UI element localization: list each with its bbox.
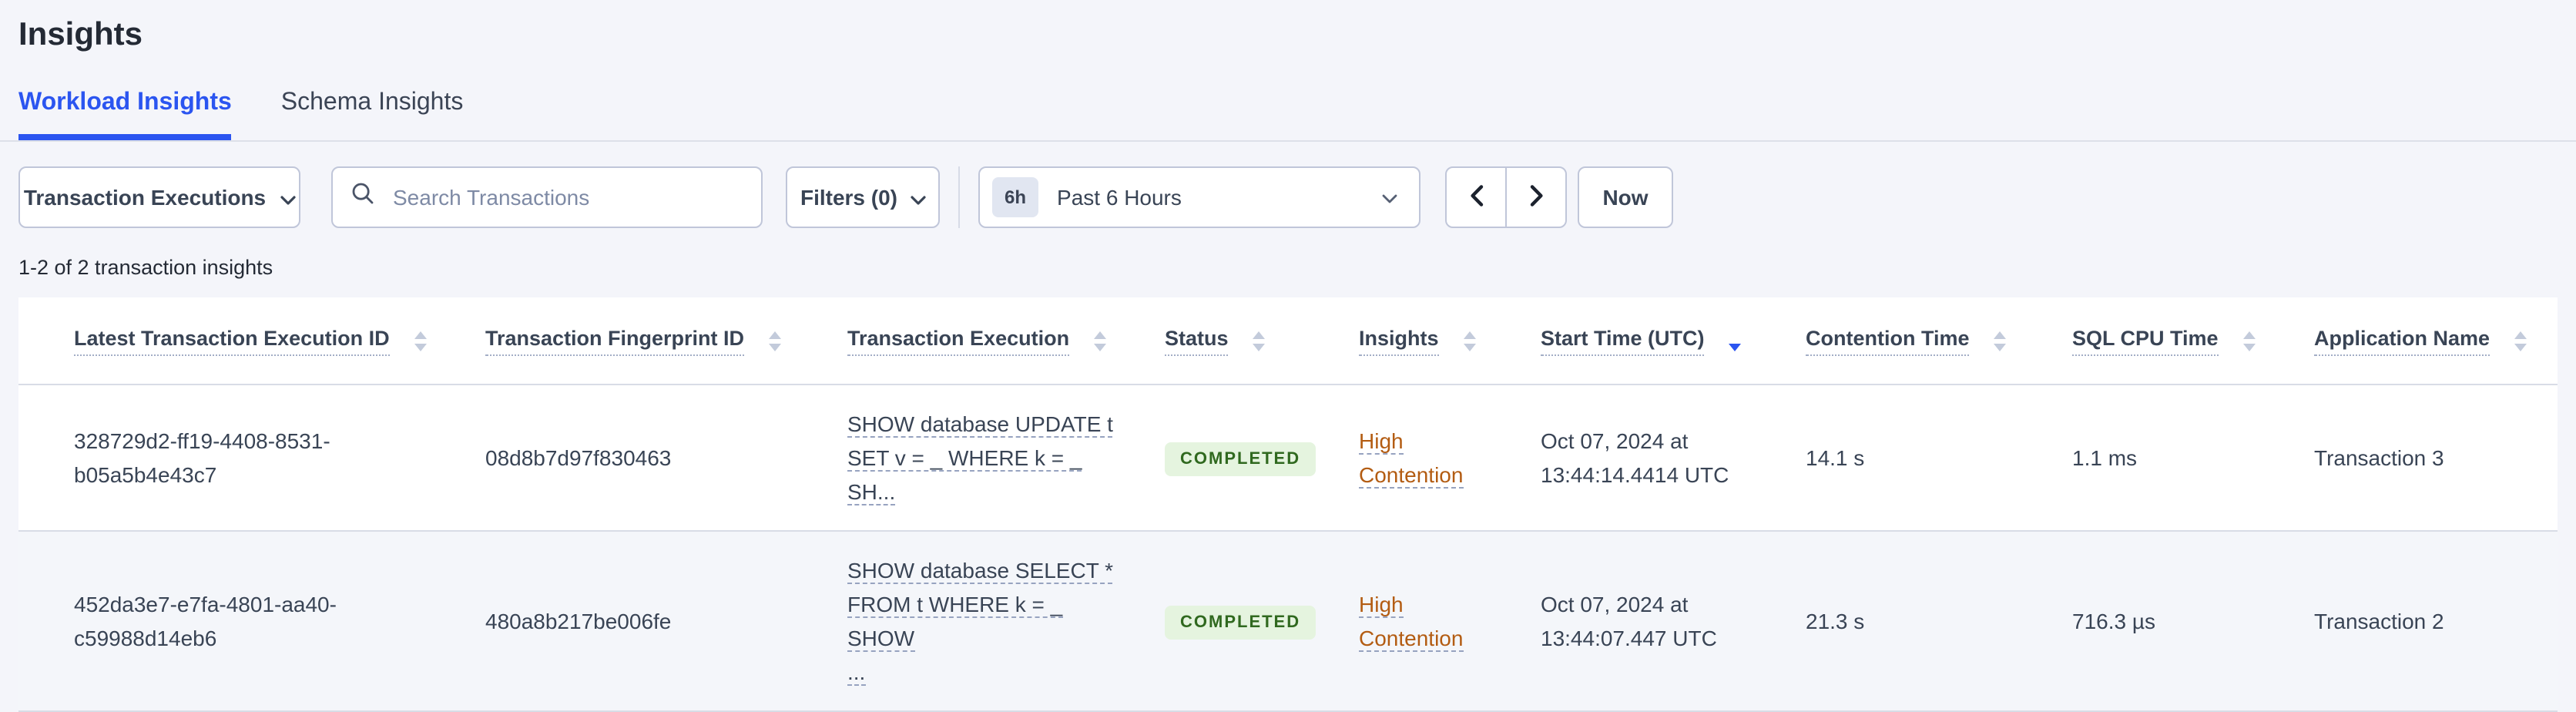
column-header-fingerprint-id: Transaction Fingerprint ID xyxy=(485,297,847,385)
sort-icon[interactable] xyxy=(1253,331,1266,351)
column-header-contention-time: Contention Time xyxy=(1806,297,2072,385)
column-header-execution-id: Latest Transaction Execution ID xyxy=(18,297,485,385)
cell-status: COMPLETED xyxy=(1165,531,1359,712)
column-header-sql-cpu-time: SQL CPU Time xyxy=(2072,297,2314,385)
transaction-execution-link[interactable]: SHOW database UPDATE t xyxy=(847,411,1113,438)
cell-sql-cpu-time: 1.1 ms xyxy=(2072,385,2314,532)
tab-schema-insights[interactable]: Schema Insights xyxy=(281,90,464,140)
search-box[interactable] xyxy=(331,166,763,228)
cell-fingerprint-id: 480a8b217be006fe xyxy=(485,531,847,712)
chevron-down-icon xyxy=(1382,183,1397,211)
status-badge: COMPLETED xyxy=(1165,606,1317,640)
cell-fingerprint-id: 08d8b7d97f830463 xyxy=(485,385,847,532)
chevron-right-icon xyxy=(1529,184,1543,210)
cell-insights: High Contention xyxy=(1359,385,1541,532)
sort-icon[interactable] xyxy=(2514,331,2527,351)
time-range-pager xyxy=(1445,166,1567,228)
column-header-label[interactable]: Start Time (UTC) xyxy=(1541,326,1705,355)
insight-high-contention-link[interactable]: High Contention xyxy=(1359,592,1464,652)
table-header-row: Latest Transaction Execution ID Transact… xyxy=(18,297,2558,385)
chevron-left-icon xyxy=(1469,184,1483,210)
insight-high-contention-link[interactable]: High Contention xyxy=(1359,428,1464,489)
now-button[interactable]: Now xyxy=(1578,166,1673,228)
cell-start-time: Oct 07, 2024 at 13:44:14.4414 UTC xyxy=(1541,385,1806,532)
transaction-execution-link[interactable]: ... xyxy=(847,660,866,686)
column-header-application-name: Application Name xyxy=(2314,297,2558,385)
transaction-execution-link[interactable]: FROM t WHERE k = _ SHOW xyxy=(847,592,1063,652)
insights-page: Insights Workload Insights Schema Insigh… xyxy=(0,0,2576,712)
execution-type-dropdown-label: Transaction Executions xyxy=(23,185,267,210)
cell-transaction-execution: SHOW database SELECT * FROM t WHERE k = … xyxy=(847,531,1165,712)
cell-contention-time: 21.3 s xyxy=(1806,531,2072,712)
column-header-start-time: Start Time (UTC) xyxy=(1541,297,1806,385)
filters-button[interactable]: Filters (0) xyxy=(786,166,940,228)
column-header-insights: Insights xyxy=(1359,297,1541,385)
column-header-label[interactable]: Status xyxy=(1165,326,1229,355)
chevron-down-icon xyxy=(280,185,295,210)
execution-type-dropdown[interactable]: Transaction Executions xyxy=(18,166,300,228)
transaction-execution-link[interactable]: SET v = _ WHERE k = _ SH... xyxy=(847,445,1082,505)
sort-icon-active-desc[interactable] xyxy=(1729,331,1742,351)
search-icon xyxy=(351,182,374,213)
column-header-label[interactable]: SQL CPU Time xyxy=(2072,326,2219,355)
cell-status: COMPLETED xyxy=(1165,385,1359,532)
column-header-status: Status xyxy=(1165,297,1359,385)
cell-contention-time: 14.1 s xyxy=(1806,385,2072,532)
start-time-clock: 13:44:14.4414 UTC xyxy=(1541,462,1729,487)
start-time-date: Oct 07, 2024 at xyxy=(1541,592,1689,616)
tab-bar: Workload Insights Schema Insights xyxy=(0,90,2576,142)
filters-button-label: Filters (0) xyxy=(800,185,897,210)
start-time-clock: 13:44:07.447 UTC xyxy=(1541,626,1717,650)
time-range-label: Past 6 Hours xyxy=(1057,185,1182,210)
previous-time-range-button[interactable] xyxy=(1445,166,1507,228)
sort-icon[interactable] xyxy=(414,331,427,351)
sort-icon[interactable] xyxy=(1463,331,1476,351)
search-input[interactable] xyxy=(390,183,743,211)
cell-execution-id: 452da3e7-e7fa-4801-aa40-c59988d14eb6 xyxy=(18,531,485,712)
column-header-transaction-execution: Transaction Execution xyxy=(847,297,1165,385)
cell-transaction-execution: SHOW database UPDATE t SET v = _ WHERE k… xyxy=(847,385,1165,532)
cell-application-name: Transaction 2 xyxy=(2314,531,2558,712)
next-time-range-button[interactable] xyxy=(1505,166,1567,228)
column-header-label[interactable]: Insights xyxy=(1359,326,1439,355)
table-row: 328729d2-ff19-4408-8531-b05a5b4e43c7 08d… xyxy=(18,385,2558,532)
cell-sql-cpu-time: 716.3 µs xyxy=(2072,531,2314,712)
column-header-label[interactable]: Contention Time xyxy=(1806,326,1970,355)
transaction-execution-link[interactable]: SHOW database SELECT * xyxy=(847,558,1113,584)
column-header-label[interactable]: Application Name xyxy=(2314,326,2490,355)
time-range-picker[interactable]: 6h Past 6 Hours xyxy=(978,166,1420,228)
column-header-label[interactable]: Latest Transaction Execution ID xyxy=(74,326,390,355)
column-header-label[interactable]: Transaction Execution xyxy=(847,326,1070,355)
insights-table-card: Latest Transaction Execution ID Transact… xyxy=(18,297,2558,712)
sort-icon[interactable] xyxy=(2242,331,2256,351)
status-badge: COMPLETED xyxy=(1165,442,1317,476)
sort-icon[interactable] xyxy=(769,331,782,351)
page-title: Insights xyxy=(18,17,143,52)
insights-table: Latest Transaction Execution ID Transact… xyxy=(18,297,2558,712)
results-count: 1-2 of 2 transaction insights xyxy=(18,256,273,279)
controls-bar: Transaction Executions Filters (0) 6h Pa… xyxy=(18,166,2558,228)
sort-icon[interactable] xyxy=(1094,331,1107,351)
cell-start-time: Oct 07, 2024 at 13:44:07.447 UTC xyxy=(1541,531,1806,712)
cell-application-name: Transaction 3 xyxy=(2314,385,2558,532)
time-range-badge: 6h xyxy=(992,177,1039,217)
cell-execution-id: 328729d2-ff19-4408-8531-b05a5b4e43c7 xyxy=(18,385,485,532)
start-time-date: Oct 07, 2024 at xyxy=(1541,428,1689,453)
tab-workload-insights[interactable]: Workload Insights xyxy=(18,90,232,140)
sort-icon[interactable] xyxy=(1994,331,2007,351)
column-header-label[interactable]: Transaction Fingerprint ID xyxy=(485,326,745,355)
cell-insights: High Contention xyxy=(1359,531,1541,712)
table-row: 452da3e7-e7fa-4801-aa40-c59988d14eb6 480… xyxy=(18,531,2558,712)
chevron-down-icon xyxy=(910,185,925,210)
controls-divider xyxy=(958,166,960,228)
